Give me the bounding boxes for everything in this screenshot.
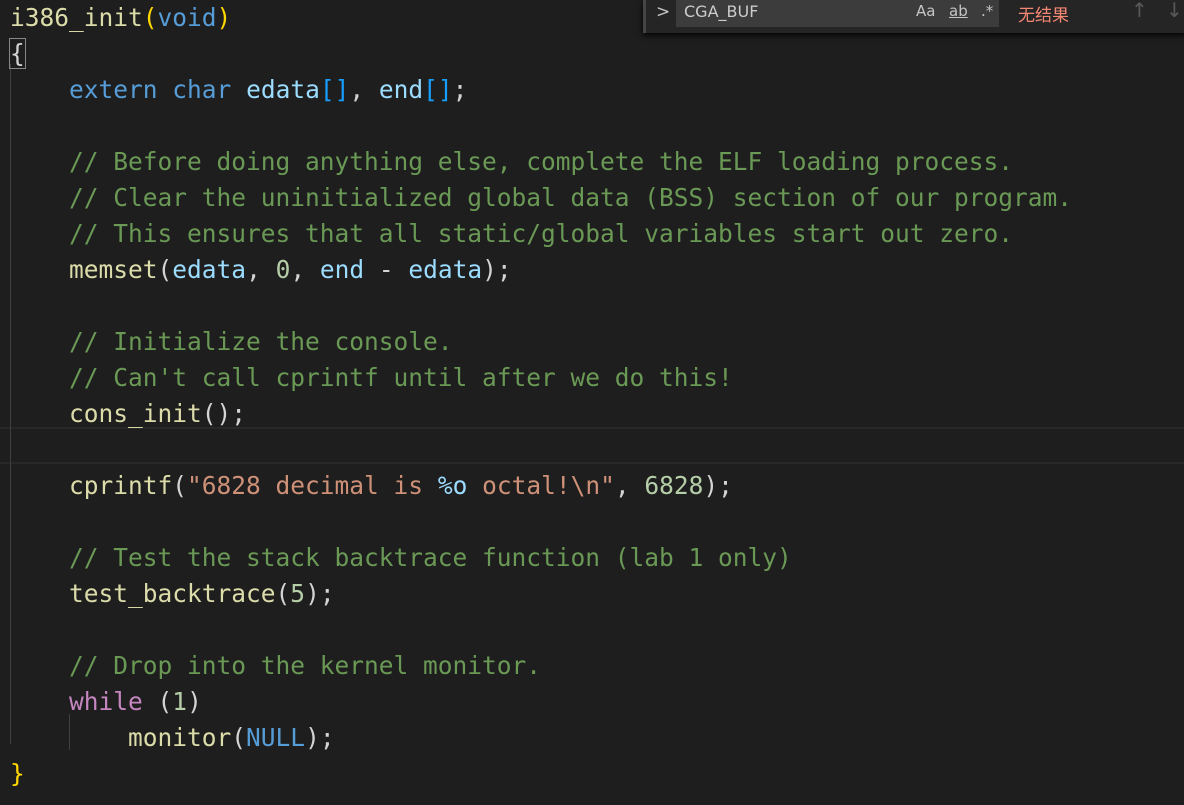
code-token: ,	[614, 471, 645, 500]
code-line[interactable]: memset(edata, 0, end - edata);	[10, 252, 1072, 288]
whole-word-toggle[interactable]: ab	[949, 2, 968, 20]
chevron-right-icon[interactable]: >	[656, 2, 670, 22]
code-token: while	[69, 687, 143, 716]
code-line[interactable]: // Clear the uninitialized global data (…	[10, 180, 1072, 216]
code-token: ,	[349, 75, 379, 104]
code-token: octal!\n"	[467, 471, 615, 500]
code-token: );	[482, 255, 512, 284]
code-token: (	[275, 579, 291, 608]
code-line[interactable]	[10, 504, 1072, 540]
code-line[interactable]: // Test the stack backtrace function (la…	[10, 540, 1072, 576]
code-line[interactable]: }	[10, 756, 1072, 792]
code-line[interactable]: // Drop into the kernel monitor.	[10, 648, 1072, 684]
code-token: );	[703, 471, 733, 500]
code-token: test_backtrace	[69, 579, 276, 608]
code-token: )	[187, 687, 202, 716]
code-token: (	[142, 687, 173, 716]
code-token: 0	[275, 255, 291, 284]
code-token: void	[157, 3, 217, 32]
arrow-up-icon[interactable]: ↑	[1131, 0, 1148, 22]
code-line[interactable]: cons_init();	[10, 396, 1072, 432]
code-line[interactable]: {	[9, 36, 1072, 72]
code-token: // Before doing anything else, complete …	[10, 147, 1014, 176]
code-line[interactable]: monitor(NULL);	[10, 720, 1072, 756]
code-line[interactable]: // Before doing anything else, complete …	[10, 144, 1072, 180]
code-line[interactable]: extern char edata[], end[];	[10, 72, 1072, 108]
code-token: 5	[290, 579, 306, 608]
code-line[interactable]	[10, 288, 1072, 324]
find-result-status: 无结果	[1018, 6, 1069, 26]
code-token: ;	[452, 75, 468, 104]
code-token: []	[319, 75, 350, 104]
find-query[interactable]: CGA_BUF	[684, 2, 758, 21]
code-token: )	[216, 3, 232, 32]
arrow-down-icon[interactable]: ↓	[1166, 0, 1183, 22]
code-token: end	[319, 255, 365, 284]
code-token: }	[10, 759, 25, 788]
code-token: // Drop into the kernel monitor.	[10, 651, 542, 680]
code-line[interactable]	[10, 108, 1072, 144]
code-token: char	[172, 75, 232, 104]
code-token: edata	[408, 255, 483, 284]
code-token: );	[305, 723, 335, 752]
code-line[interactable]	[10, 612, 1072, 648]
code-token: ();	[201, 399, 247, 428]
code-token: memset	[69, 255, 158, 284]
code-token: %o	[437, 471, 468, 500]
code-line[interactable]: cprintf("6828 decimal is %o octal!\n", 6…	[10, 468, 1072, 504]
code-editor[interactable]: i386_init(void){ extern char edata[], en…	[9, 0, 1072, 792]
code-token: // Test the stack backtrace function (la…	[10, 543, 792, 572]
code-token: // Can't call cprintf until after we do …	[10, 363, 733, 392]
code-token: NULL	[246, 723, 306, 752]
code-token: "6828 decimal is	[187, 471, 438, 500]
code-token: );	[305, 579, 335, 608]
code-token: cprintf	[69, 471, 173, 500]
code-line[interactable]: // Initialize the console.	[10, 324, 1072, 360]
code-line[interactable]: // This ensures that all static/global v…	[10, 216, 1072, 252]
code-token: (	[157, 255, 173, 284]
code-line[interactable]	[10, 432, 1072, 468]
code-token: ,	[246, 255, 276, 284]
code-line[interactable]: while (1)	[10, 684, 1072, 720]
code-token: 1	[172, 687, 188, 716]
find-widget: > CGA_BUF Aa ab .* 无结果 ↑ ↓	[643, 0, 1184, 33]
code-token: edata	[246, 75, 320, 104]
find-input[interactable]: CGA_BUF Aa ab .*	[676, 0, 999, 27]
code-token: extern	[69, 75, 158, 104]
code-token: []	[423, 75, 453, 104]
code-token: i386_init	[10, 3, 143, 32]
code-token: end	[378, 75, 424, 104]
code-token: (	[142, 3, 158, 32]
code-line[interactable]: // Can't call cprintf until after we do …	[10, 360, 1072, 396]
code-line[interactable]: test_backtrace(5);	[10, 576, 1072, 612]
code-token: // Initialize the console.	[10, 327, 453, 356]
code-token: cons_init	[69, 399, 202, 428]
code-token: (	[231, 723, 247, 752]
code-token: // Clear the uninitialized global data (…	[10, 183, 1073, 212]
code-token: 6828	[644, 471, 704, 500]
match-case-toggle[interactable]: Aa	[916, 2, 935, 20]
code-token: -	[364, 255, 409, 284]
regex-toggle[interactable]: .*	[981, 2, 993, 20]
code-token: {	[9, 38, 26, 69]
code-token: (	[172, 471, 188, 500]
code-token: edata	[172, 255, 247, 284]
code-token: ,	[290, 255, 320, 284]
code-token: monitor	[128, 723, 232, 752]
code-token: // This ensures that all static/global v…	[10, 219, 1014, 248]
